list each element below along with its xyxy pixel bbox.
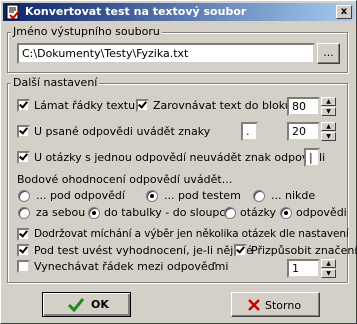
spin-down-icon[interactable]: ▼ [321, 132, 336, 141]
skip-line-input[interactable]: 1 [287, 259, 320, 278]
radio-under-test-label: ... pod testem [164, 189, 241, 202]
app-icon [6, 4, 20, 20]
spin-down-icon[interactable]: ▼ [321, 269, 336, 278]
radio-questions[interactable] [224, 207, 236, 219]
spin-up-icon[interactable]: ▲ [321, 97, 336, 106]
radio-questions-label: otázky [240, 206, 277, 219]
evaluation-checkbox[interactable] [17, 244, 30, 257]
radio-table-columns-label: do tabulky - do sloupců: [104, 206, 237, 219]
spin-up-icon[interactable]: ▲ [321, 259, 336, 268]
align-width-spinner[interactable]: ▲ ▼ [321, 97, 336, 116]
title-bar[interactable]: Konvertovat test na textový soubor x [3, 3, 354, 21]
radio-under-test[interactable] [146, 190, 158, 202]
radio-answers-label: odpovědi [296, 206, 347, 219]
wrap-lines-label: Lámat řádky textu [34, 99, 136, 112]
radio-nowhere-label: ... nikde [271, 189, 316, 202]
answer-count-spinner[interactable]: ▲ ▼ [321, 122, 336, 141]
radio-sequential[interactable] [18, 207, 30, 219]
keep-shuffle-checkbox[interactable] [17, 228, 30, 241]
radio-table-columns[interactable] [88, 207, 100, 219]
spin-up-icon[interactable]: ▲ [321, 122, 336, 131]
answer-count-input[interactable]: 20 [287, 122, 320, 141]
spin-down-icon[interactable]: ▼ [321, 107, 336, 116]
scoring-heading: Bodové ohodnocení odpovědí uvádět... [17, 173, 233, 186]
cancel-button[interactable]: Storno [231, 292, 320, 317]
align-blocks-checkbox[interactable] [136, 99, 149, 112]
ok-button[interactable]: OK [42, 292, 131, 317]
written-answer-checkbox[interactable] [17, 125, 30, 138]
cancel-x-icon [248, 299, 260, 311]
radio-sequential-label: za sebou [36, 206, 86, 219]
adjust-chars-label: Přizpůsobit značení [251, 244, 357, 257]
window-title: Konvertovat test na textový soubor [25, 5, 247, 18]
written-answer-label: U psané odpovědi uvádět znaky [34, 125, 211, 138]
skip-line-spinner[interactable]: ▲ ▼ [321, 259, 336, 278]
skip-line-checkbox[interactable] [17, 260, 30, 273]
settings-legend: Další nastavení [11, 76, 100, 89]
evaluation-label: Pod test uvést vyhodnocení, je-li nějaké [34, 244, 253, 257]
single-answer-char-input[interactable]: | [304, 148, 320, 167]
cancel-label: Storno [265, 299, 302, 312]
close-button[interactable]: x [336, 5, 352, 19]
radio-answers[interactable] [280, 207, 292, 219]
dialog-window: Konvertovat test na textový soubor x Jmé… [0, 0, 357, 324]
align-width-input[interactable]: 80 [287, 97, 320, 116]
radio-under-answer-label: ... pod odpovědí [36, 189, 125, 202]
align-blocks-label: Zarovnávat text do bloků [153, 99, 292, 112]
output-file-legend: Jméno výstupního souboru [11, 25, 162, 38]
radio-under-answer[interactable] [18, 190, 30, 202]
single-answer-label: U otázky s jednou odpovědí neuvádět znak… [34, 151, 326, 164]
file-path-input[interactable]: C:\Dokumenty\Testy\Fyzika.txt [17, 43, 315, 64]
single-answer-checkbox[interactable] [17, 151, 30, 164]
ok-label: OK [91, 298, 109, 311]
checkmark-icon [67, 298, 85, 313]
browse-button[interactable]: ... [317, 43, 340, 64]
answer-char-input[interactable]: . [241, 122, 258, 141]
adjust-chars-checkbox[interactable] [234, 244, 247, 257]
keep-shuffle-label: Dodržovat míchání a výběr jen několika o… [34, 228, 349, 240]
skip-line-label: Vynechávat řádek mezi odpověďmi [34, 260, 229, 273]
wrap-lines-checkbox[interactable] [17, 99, 30, 112]
radio-nowhere[interactable] [253, 190, 265, 202]
